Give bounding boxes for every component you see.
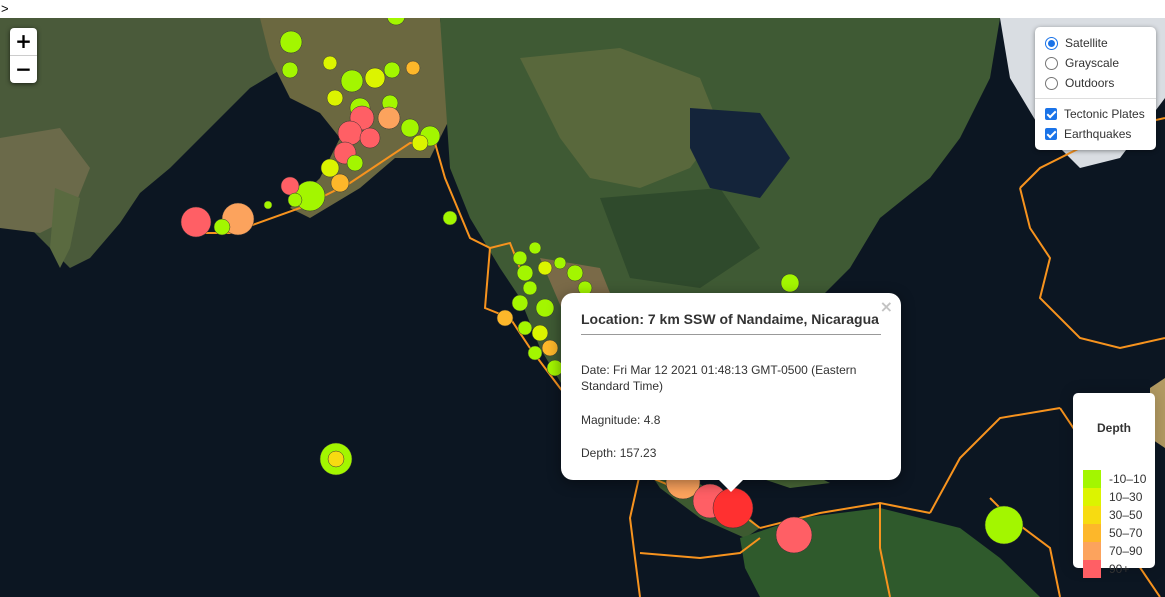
overlay-label: Earthquakes bbox=[1064, 127, 1132, 141]
popup-divider bbox=[581, 334, 881, 335]
legend-label: 90+ bbox=[1109, 562, 1130, 576]
legend-swatch bbox=[1083, 506, 1101, 524]
legend-label: -10–10 bbox=[1109, 472, 1147, 486]
earthquake-popup: × Location: 7 km SSW of Nandaime, Nicara… bbox=[561, 293, 901, 492]
base-layer-label: Grayscale bbox=[1065, 56, 1120, 70]
legend-label: 10–30 bbox=[1109, 490, 1143, 504]
popup-magnitude: Magnitude: 4.8 bbox=[581, 413, 661, 427]
depth-legend: Depth -10–10 10–30 30–50 50–70 70–90 90+ bbox=[1073, 393, 1155, 578]
legend-label: 50–70 bbox=[1109, 526, 1143, 540]
base-layer-satellite[interactable]: Satellite bbox=[1035, 33, 1156, 53]
popup-depth: Depth: 157.23 bbox=[581, 446, 657, 460]
legend-title: Depth bbox=[1097, 421, 1131, 435]
base-layer-grayscale[interactable]: Grayscale bbox=[1035, 53, 1156, 73]
layer-control: Satellite Grayscale Outdoors Tectonic Pl… bbox=[1035, 27, 1156, 150]
popup-location: Location: 7 km SSW of Nandaime, Nicaragu… bbox=[581, 311, 879, 327]
zoom-out-button[interactable]: − bbox=[10, 56, 37, 83]
legend-swatch bbox=[1083, 488, 1101, 506]
outdoors-radio[interactable] bbox=[1045, 76, 1058, 90]
legend-item: 70–90 bbox=[1083, 542, 1142, 560]
overlay-tectonic-plates[interactable]: Tectonic Plates bbox=[1035, 104, 1156, 124]
legend-item: 30–50 bbox=[1083, 506, 1142, 524]
overlay-earthquakes[interactable]: Earthquakes bbox=[1035, 124, 1156, 144]
popup-tip bbox=[718, 479, 744, 492]
tectonic-plates-checkbox[interactable] bbox=[1045, 108, 1057, 120]
base-layer-outdoors[interactable]: Outdoors bbox=[1035, 73, 1156, 93]
legend-item: 10–30 bbox=[1083, 488, 1142, 506]
zoom-in-button[interactable]: + bbox=[10, 28, 37, 56]
legend-label: 30–50 bbox=[1109, 508, 1143, 522]
popup-date: Date: Fri Mar 12 2021 01:48:13 GMT-0500 … bbox=[581, 363, 857, 393]
map-container[interactable]: + − Satellite Grayscale Outdoors Tectoni… bbox=[0, 18, 1165, 597]
legend-item: 50–70 bbox=[1083, 524, 1142, 542]
popup-close-button[interactable]: × bbox=[880, 297, 893, 316]
legend-swatch bbox=[1083, 542, 1101, 560]
earthquakes-checkbox[interactable] bbox=[1045, 128, 1057, 140]
overlay-label: Tectonic Plates bbox=[1064, 107, 1145, 121]
stray-text: > bbox=[0, 0, 1165, 18]
satellite-radio[interactable] bbox=[1045, 36, 1058, 50]
base-layer-label: Outdoors bbox=[1065, 76, 1115, 90]
legend-swatch bbox=[1083, 470, 1101, 488]
legend-label: 70–90 bbox=[1109, 544, 1143, 558]
legend-item: 90+ bbox=[1083, 560, 1129, 578]
legend-item: -10–10 bbox=[1083, 470, 1146, 488]
legend-swatch bbox=[1083, 524, 1101, 542]
grayscale-radio[interactable] bbox=[1045, 56, 1058, 70]
legend-swatch bbox=[1083, 560, 1101, 578]
base-layer-label: Satellite bbox=[1065, 36, 1108, 50]
layer-separator bbox=[1035, 98, 1156, 99]
zoom-control: + − bbox=[10, 28, 37, 83]
